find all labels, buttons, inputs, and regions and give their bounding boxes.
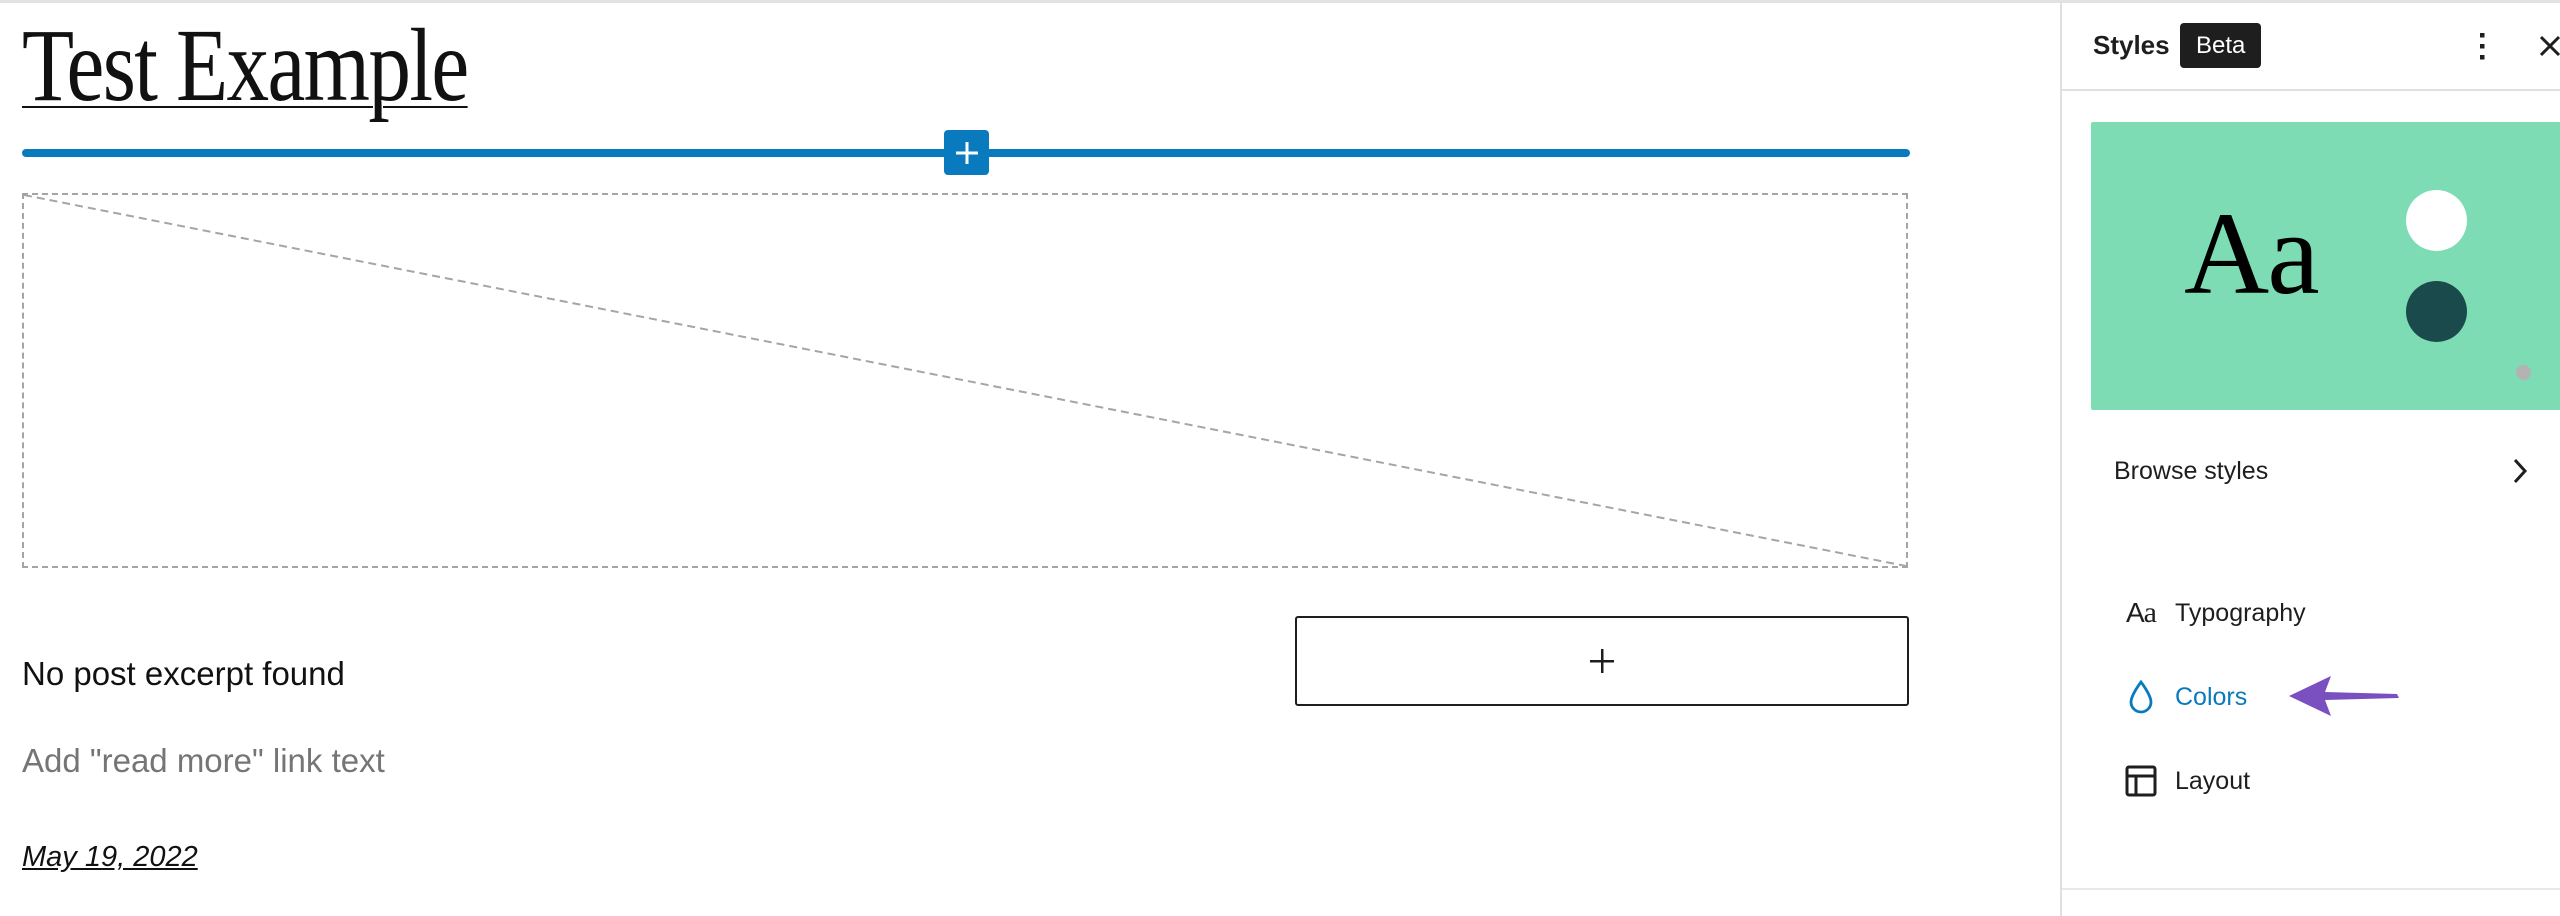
editor-canvas: Test Example No post excerpt found Add "…: [0, 3, 2060, 916]
sidebar-title: Styles: [2093, 30, 2170, 60]
sidebar-header: Styles Beta: [2062, 3, 2560, 91]
options-button[interactable]: [2464, 21, 2500, 71]
plus-icon: [1590, 649, 1614, 673]
typography-icon: Aa: [2125, 596, 2157, 629]
read-more-link-input[interactable]: Add "read more" link text: [22, 742, 385, 780]
chevron-right-icon: [2513, 458, 2528, 484]
annotation-arrow-icon: [2289, 676, 2399, 716]
nav-item-label: Colors: [2175, 682, 2248, 711]
close-button[interactable]: [2532, 26, 2560, 66]
nav-item-layout[interactable]: Layout: [2091, 751, 2551, 811]
close-icon: [2539, 35, 2560, 57]
browse-styles-label: Browse styles: [2114, 456, 2269, 485]
block-inserter-button[interactable]: [944, 130, 989, 175]
post-title[interactable]: Test Example: [22, 11, 469, 121]
placeholder-diagonal: [24, 195, 1906, 566]
post-excerpt[interactable]: No post excerpt found: [22, 655, 345, 693]
nav-item-label: Typography: [2175, 598, 2306, 627]
plus-icon: [955, 141, 978, 164]
post-date[interactable]: May 19, 2022: [22, 841, 198, 874]
beta-badge: Beta: [2180, 23, 2262, 68]
styles-sidebar: Styles Beta Aa Browse styles Aa Typograp…: [2060, 3, 2560, 916]
sidebar-divider: [2062, 888, 2560, 890]
preview-swatch-white: [2406, 190, 2467, 251]
nav-item-label: Layout: [2175, 766, 2251, 795]
preview-sample-text: Aa: [2184, 188, 2320, 319]
style-preview-card[interactable]: Aa: [2091, 122, 2560, 410]
preview-indicator-dot: [2516, 365, 2531, 380]
nav-item-typography[interactable]: Aa Typography: [2091, 583, 2551, 643]
featured-image-placeholder[interactable]: [22, 193, 1908, 568]
more-vertical-icon: [2480, 33, 2485, 60]
droplet-icon: [2121, 677, 2161, 717]
browse-styles-button[interactable]: Browse styles: [2091, 443, 2551, 499]
add-block-button[interactable]: [1295, 616, 1909, 706]
layout-icon: [2121, 761, 2161, 801]
preview-swatch-dark: [2406, 281, 2467, 342]
